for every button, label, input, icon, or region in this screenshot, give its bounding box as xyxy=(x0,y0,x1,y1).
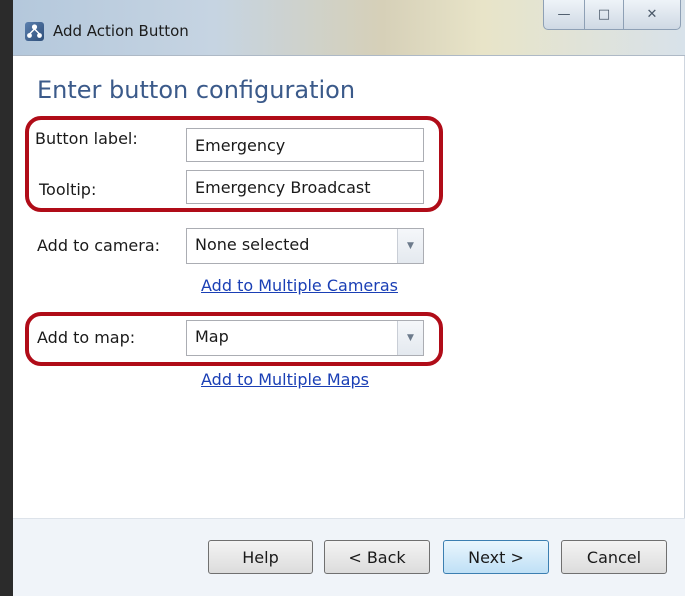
add-to-camera-label: Add to camera: xyxy=(37,236,161,255)
title-bar[interactable]: Add Action Button — □ ✕ xyxy=(13,0,685,56)
next-button[interactable]: Next > xyxy=(443,540,549,574)
camera-select[interactable]: None selected ▼ xyxy=(186,228,424,264)
back-button[interactable]: < Back xyxy=(324,540,430,574)
cancel-button[interactable]: Cancel xyxy=(561,540,667,574)
help-button[interactable]: Help xyxy=(208,540,313,574)
network-icon xyxy=(25,22,44,41)
button-label-label: Button label: xyxy=(35,129,138,148)
add-to-multiple-cameras-link[interactable]: Add to Multiple Cameras xyxy=(201,276,398,295)
close-button[interactable]: ✕ xyxy=(623,0,681,30)
window-title: Add Action Button xyxy=(53,22,189,40)
minimize-button[interactable]: — xyxy=(543,0,585,30)
dialog-content: Enter button configuration Button label:… xyxy=(13,56,685,518)
page-title: Enter button configuration xyxy=(37,76,356,104)
camera-select-value: None selected xyxy=(195,235,310,254)
button-label-input[interactable]: Emergency xyxy=(186,128,424,162)
map-select-value: Map xyxy=(195,327,229,346)
add-to-map-label: Add to map: xyxy=(37,328,136,347)
maximize-button[interactable]: □ xyxy=(584,0,624,30)
add-to-multiple-maps-link[interactable]: Add to Multiple Maps xyxy=(201,370,369,389)
chevron-down-icon[interactable]: ▼ xyxy=(397,321,423,355)
minimize-icon: — xyxy=(557,7,571,22)
chevron-down-icon[interactable]: ▼ xyxy=(397,229,423,263)
map-select[interactable]: Map ▼ xyxy=(186,320,424,356)
close-icon: ✕ xyxy=(646,7,658,22)
button-bar: Help < Back Next > Cancel xyxy=(13,518,685,596)
maximize-icon: □ xyxy=(597,7,611,22)
tooltip-label: Tooltip: xyxy=(39,180,97,199)
tooltip-input[interactable]: Emergency Broadcast xyxy=(186,170,424,204)
